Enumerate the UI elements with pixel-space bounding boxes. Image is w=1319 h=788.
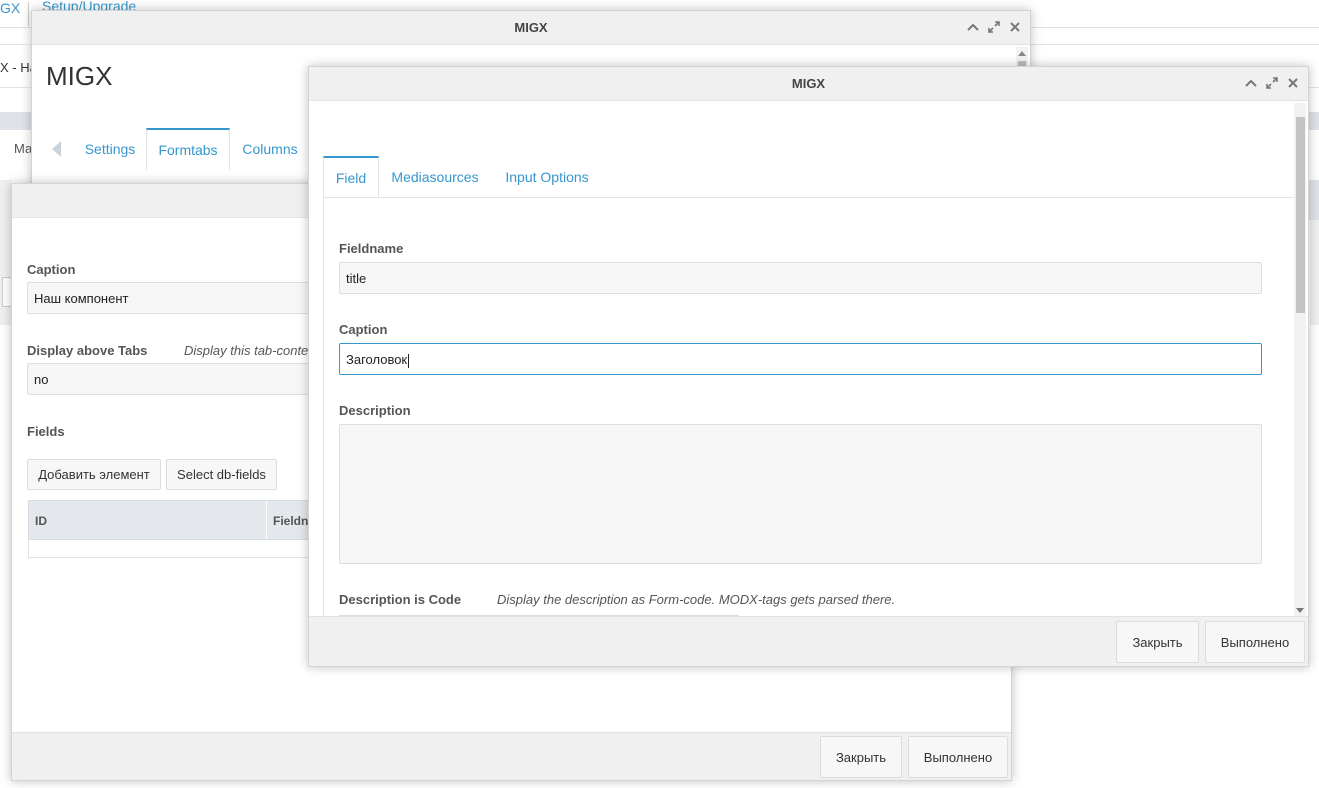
- scroll-down-icon[interactable]: [1296, 608, 1304, 613]
- description-is-code-label: Description is Code: [339, 592, 462, 607]
- scrollbar[interactable]: [1294, 103, 1306, 617]
- window-title: MIGX: [791, 76, 826, 91]
- window-title: MIGX: [514, 20, 548, 35]
- done-button[interactable]: Выполнено: [908, 736, 1008, 778]
- nav-separator: [28, 2, 29, 26]
- scrollbar-thumb[interactable]: [1296, 117, 1305, 313]
- tab-mediasources[interactable]: Mediasources: [379, 156, 491, 198]
- scroll-up-icon[interactable]: [1018, 51, 1026, 56]
- caption-value: Заголовок: [346, 352, 408, 367]
- fields-label: Fields: [27, 424, 65, 439]
- tab-scroll-left-icon[interactable]: [52, 141, 61, 157]
- window-header[interactable]: MIGX: [32, 11, 1030, 45]
- background-grid-body: [1310, 220, 1319, 325]
- tab-input-options[interactable]: Input Options: [491, 156, 603, 198]
- window-footer: Закрыть Выполнено: [12, 732, 1011, 780]
- display-above-tabs-label: Display above Tabs: [27, 343, 148, 358]
- collapse-icon[interactable]: [965, 19, 980, 34]
- field-edit-window: MIGX Field Mediasources Input Options Fi…: [308, 66, 1309, 667]
- tab-columns[interactable]: Columns: [230, 128, 310, 170]
- description-textarea[interactable]: [339, 424, 1262, 564]
- close-button[interactable]: Закрыть: [1116, 621, 1199, 663]
- close-icon[interactable]: [1285, 75, 1300, 90]
- window-tools: [1243, 75, 1300, 90]
- select-db-fields-button[interactable]: Select db-fields: [166, 459, 277, 490]
- page-title: MIGX: [46, 61, 113, 91]
- display-above-tabs-hint: Display this tab-conte: [184, 343, 309, 358]
- description-label: Description: [339, 403, 411, 418]
- close-button[interactable]: Закрыть: [820, 736, 902, 778]
- maximize-icon[interactable]: [986, 19, 1001, 34]
- nav-link-migx[interactable]: GX: [0, 0, 20, 16]
- maximize-icon[interactable]: [1264, 75, 1279, 90]
- caption-field[interactable]: Заголовок: [339, 343, 1262, 375]
- description-is-code-hint: Display the description as Form-code. MO…: [497, 592, 896, 607]
- tab-field[interactable]: Field: [323, 156, 379, 198]
- done-button[interactable]: Выполнено: [1205, 621, 1305, 663]
- fieldname-field[interactable]: title: [339, 262, 1262, 294]
- background-tab-stub[interactable]: Ма: [14, 141, 32, 156]
- fieldname-label: Fieldname: [339, 241, 404, 256]
- window-header[interactable]: MIGX: [309, 67, 1308, 101]
- window-footer: Закрыть Выполнено: [309, 616, 1308, 666]
- window-tools: [965, 19, 1022, 34]
- tab-formtabs[interactable]: Formtabs: [146, 128, 230, 170]
- collapse-icon[interactable]: [1243, 75, 1258, 90]
- grid-column-id[interactable]: ID: [29, 501, 267, 539]
- caption-label: Caption: [27, 262, 76, 277]
- caption-label: Caption: [339, 322, 388, 337]
- text-caret: [408, 353, 410, 368]
- close-icon[interactable]: [1007, 19, 1022, 34]
- add-element-button[interactable]: Добавить элемент: [27, 459, 161, 490]
- tab-settings[interactable]: Settings: [68, 128, 152, 170]
